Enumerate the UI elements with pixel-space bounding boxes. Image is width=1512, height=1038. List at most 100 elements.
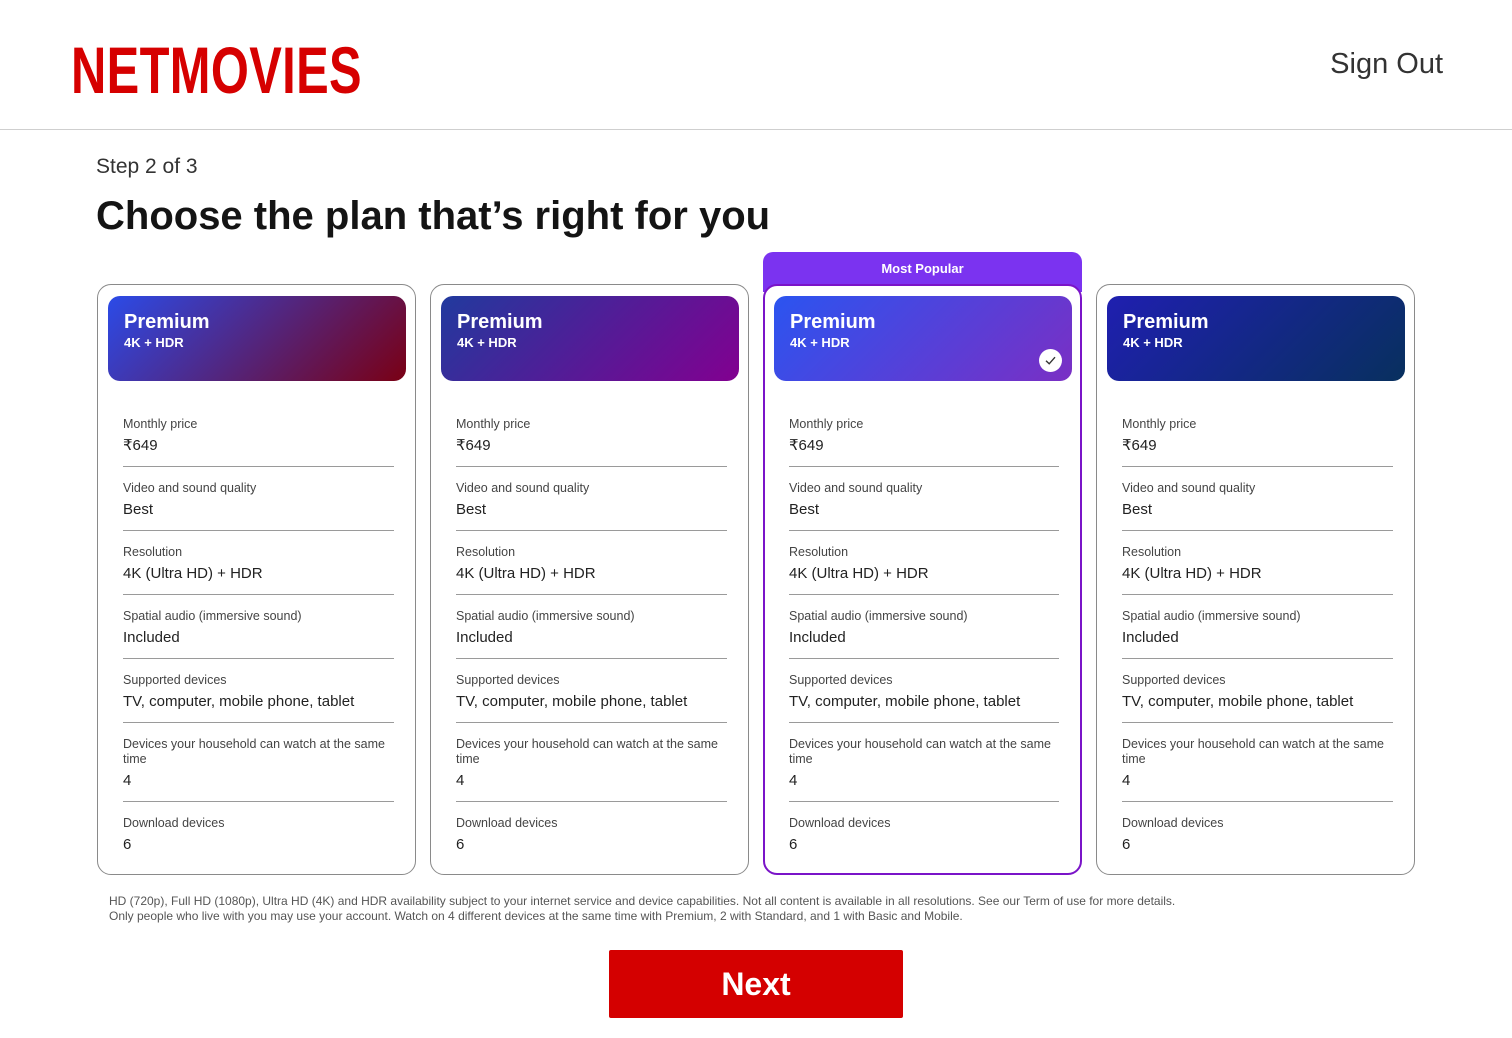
feature-row: Download devices 6 [789,802,1059,862]
feature-value: Included [789,629,846,646]
plan-name: Premium [124,311,210,333]
plan-features: Monthly price ₹649 Video and sound quality… [789,403,1059,862]
feature-row: Monthly price ₹649 [1122,403,1393,467]
feature-value: 4 [456,772,465,789]
feature-row: Resolution 4K (Ultra HD) + HDR [123,531,394,595]
feature-label: Devices your household can watch at the … [123,737,385,766]
feature-row: Supported devices TV, computer, mobile ph… [456,659,727,723]
feature-row: Download devices 6 [1122,802,1393,862]
plan-name: Premium [1123,311,1209,333]
feature-value: Best [1122,501,1153,518]
feature-value: TV, computer, mobile phone, tablet [123,693,355,710]
netmovies-logo[interactable]: NETMOVIES [71,30,362,110]
feature-label: Supported devices [123,673,227,687]
checkmark-icon [1039,349,1062,372]
feature-row: Resolution 4K (Ultra HD) + HDR [456,531,727,595]
feature-value: 4 [789,772,798,789]
plan-features: Monthly price ₹649 Video and sound quality… [123,403,394,862]
page-title: Choose the plan that’s right for you [96,194,771,238]
feature-label: Video and sound quality [789,481,923,495]
plan-banner: Premium 4K + HDR [108,296,406,381]
plan-quality: 4K + HDR [124,335,184,350]
plan-banner: Premium 4K + HDR [1107,296,1405,381]
feature-value: 4 [123,772,132,789]
plan-quality: 4K + HDR [1123,335,1183,350]
feature-label: Resolution [456,545,516,559]
plan-quality: 4K + HDR [790,335,850,350]
feature-label: Video and sound quality [123,481,257,495]
feature-row: Video and sound quality Best [123,467,394,531]
feature-value: Best [123,501,154,518]
footnote: HD (720p), Full HD (1080p), Ultra HD (4K… [109,894,1175,924]
feature-value: ₹649 [1122,437,1157,454]
feature-label: Monthly price [1122,417,1197,431]
feature-row: Monthly price ₹649 [123,403,394,467]
plan-card[interactable]: Premium 4K + HDR Monthly price ₹649 Video an… [430,284,749,875]
feature-label: Supported devices [456,673,560,687]
feature-row: Devices your household can watch at the … [789,723,1059,802]
plan-features: Monthly price ₹649 Video and sound quality… [456,403,727,862]
plan-card[interactable]: Premium 4K + HDR Monthly price ₹649 Video an… [763,284,1082,875]
feature-value: 6 [456,836,465,853]
plan-name: Premium [790,311,876,333]
feature-value: 6 [123,836,132,853]
feature-row: Spatial audio (immersive sound) Included [123,595,394,659]
feature-row: Video and sound quality Best [456,467,727,531]
plan-card[interactable]: Premium 4K + HDR Monthly price ₹649 Video an… [1096,284,1415,875]
feature-value: 4K (Ultra HD) + HDR [123,565,263,582]
feature-label: Resolution [123,545,183,559]
plan-name: Premium [457,311,543,333]
feature-value: Included [123,629,180,646]
footnote-line: Only people who live with you may use yo… [109,909,963,923]
feature-label: Spatial audio (immersive sound) [456,609,635,623]
feature-row: Monthly price ₹649 [456,403,727,467]
feature-value: 6 [789,836,798,853]
feature-row: Devices your household can watch at the … [1122,723,1393,802]
feature-row: Video and sound quality Best [789,467,1059,531]
feature-row: Video and sound quality Best [1122,467,1393,531]
feature-value: Best [456,501,487,518]
step-indicator: Step 2 of 3 [96,155,198,178]
plan-quality: 4K + HDR [457,335,517,350]
feature-value: TV, computer, mobile phone, tablet [1122,693,1354,710]
feature-row: Spatial audio (immersive sound) Included [789,595,1059,659]
feature-value: 4K (Ultra HD) + HDR [456,565,596,582]
plan-banner: Premium 4K + HDR [441,296,739,381]
feature-value: 4K (Ultra HD) + HDR [789,565,929,582]
feature-label: Video and sound quality [456,481,590,495]
feature-label: Spatial audio (immersive sound) [123,609,302,623]
feature-value: Included [1122,629,1179,646]
feature-value: ₹649 [123,437,158,454]
feature-value: 6 [1122,836,1131,853]
feature-label: Download devices [123,816,225,830]
feature-value: ₹649 [456,437,491,454]
feature-value: 4 [1122,772,1131,789]
feature-row: Supported devices TV, computer, mobile ph… [1122,659,1393,723]
sign-out-link[interactable]: Sign Out [1330,46,1443,82]
feature-label: Devices your household can watch at the … [789,737,1051,766]
feature-row: Supported devices TV, computer, mobile ph… [789,659,1059,723]
feature-row: Spatial audio (immersive sound) Included [1122,595,1393,659]
footnote-line: HD (720p), Full HD (1080p), Ultra HD (4K… [109,894,1176,908]
feature-label: Spatial audio (immersive sound) [1122,609,1301,623]
feature-label: Devices your household can watch at the … [1122,737,1384,766]
feature-label: Video and sound quality [1122,481,1256,495]
feature-row: Download devices 6 [456,802,727,862]
feature-row: Resolution 4K (Ultra HD) + HDR [1122,531,1393,595]
feature-value: ₹649 [789,437,824,454]
feature-row: Devices your household can watch at the … [456,723,727,802]
header: NETMOVIES Sign Out [0,0,1512,130]
feature-label: Resolution [1122,545,1182,559]
feature-label: Devices your household can watch at the … [456,737,718,766]
plan-card[interactable]: Premium 4K + HDR Monthly price ₹649 Video an… [97,284,416,875]
feature-label: Monthly price [789,417,864,431]
plan-banner: Premium 4K + HDR [774,296,1072,381]
next-button[interactable]: Next [609,950,903,1018]
feature-label: Download devices [789,816,891,830]
feature-label: Monthly price [123,417,198,431]
feature-row: Devices your household can watch at the … [123,723,394,802]
feature-value: Included [456,629,513,646]
feature-label: Supported devices [789,673,893,687]
plan-features: Monthly price ₹649 Video and sound quality… [1122,403,1393,862]
feature-row: Resolution 4K (Ultra HD) + HDR [789,531,1059,595]
